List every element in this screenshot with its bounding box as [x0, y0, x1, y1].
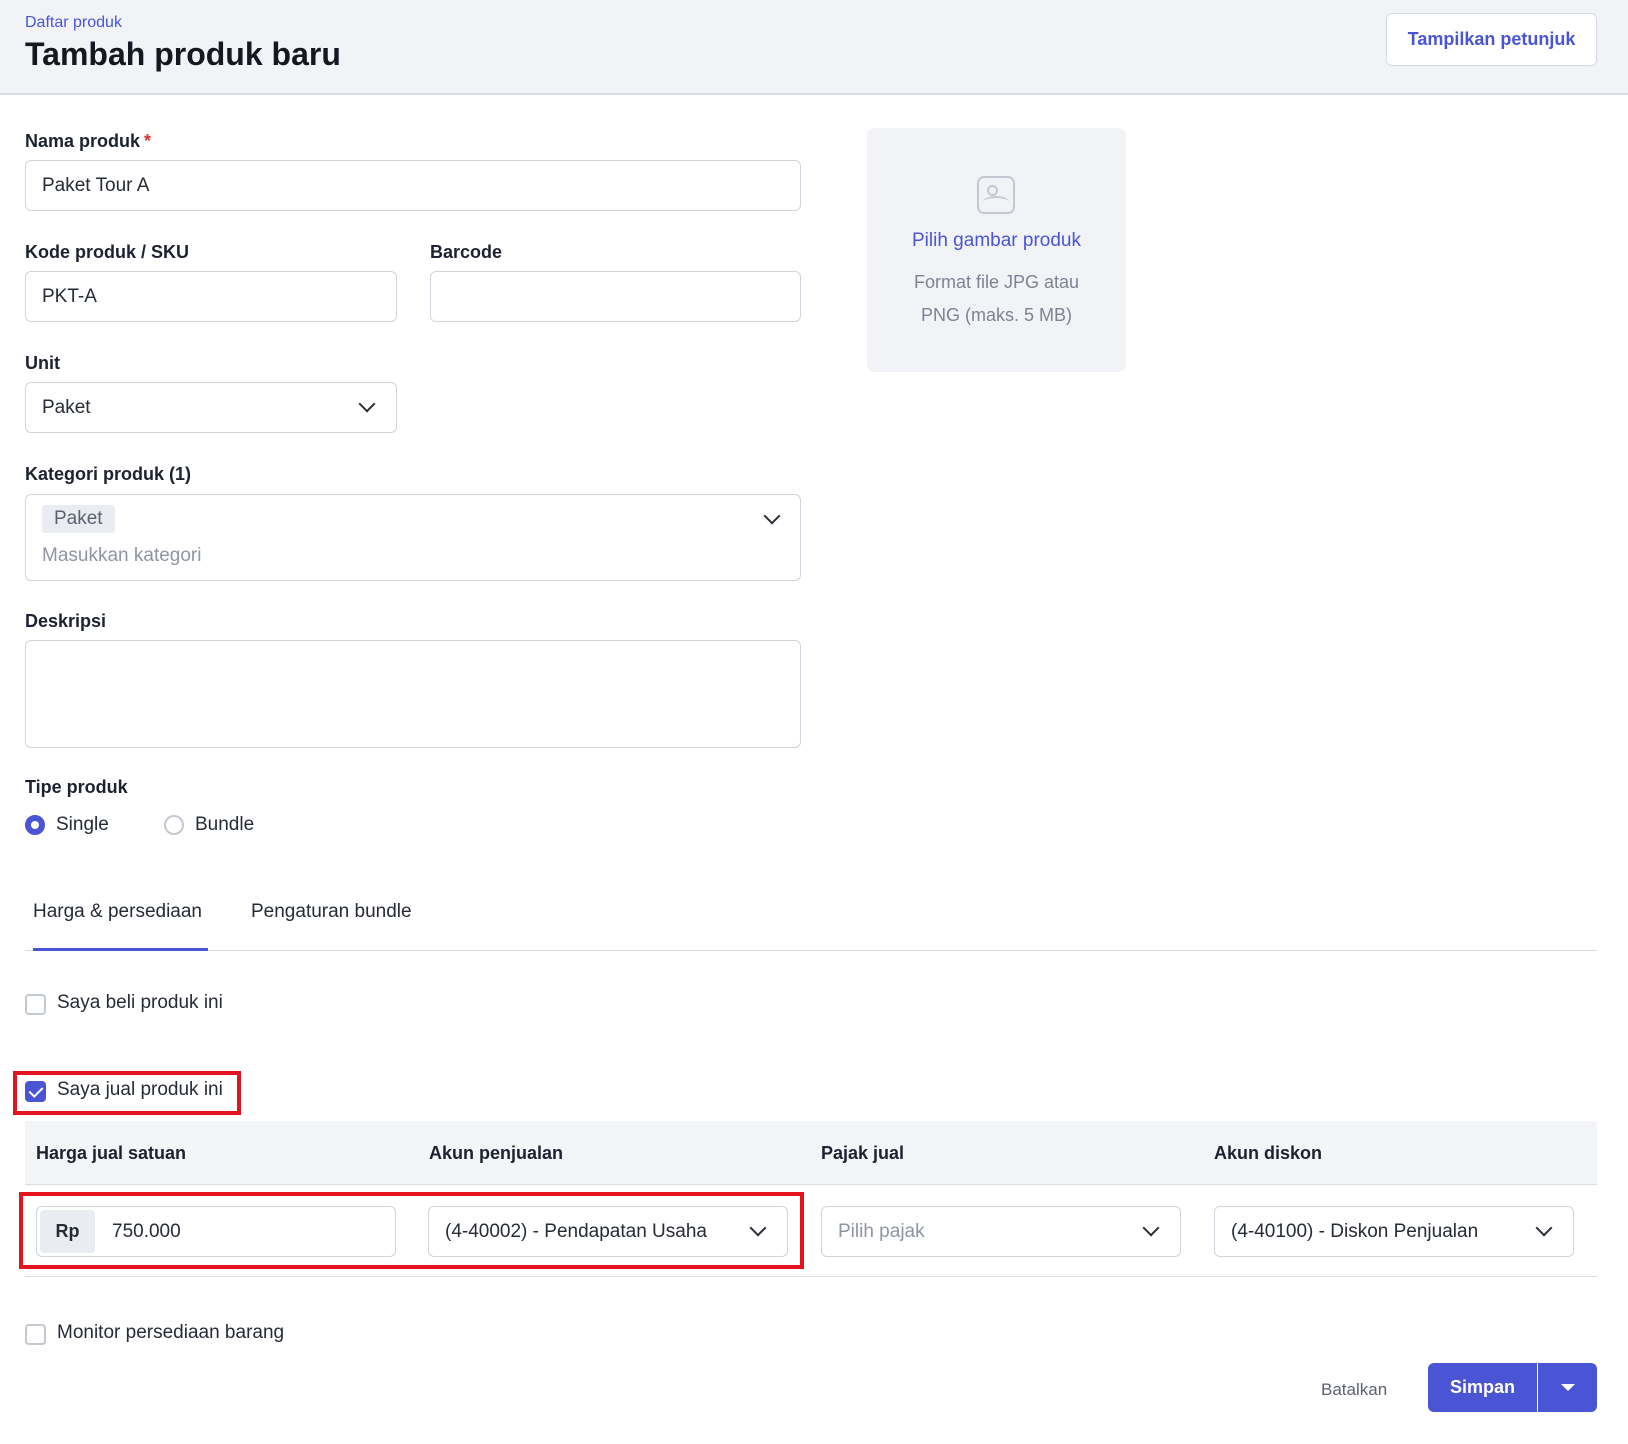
chevron-down-icon	[763, 507, 781, 525]
product-name-input[interactable]: Paket Tour A	[25, 160, 801, 211]
unit-price-input[interactable]: Rp 750.000	[36, 1206, 396, 1257]
sales-tax-select[interactable]: Pilih pajak	[821, 1206, 1181, 1257]
image-placeholder-icon	[977, 176, 1015, 214]
sell-table-header: Harga jual satuan Akun penjualan Pajak j…	[25, 1121, 1597, 1185]
barcode-input[interactable]	[430, 271, 801, 322]
breadcrumb[interactable]: Daftar produk	[25, 14, 122, 32]
product-name-label-text: Nama produk	[25, 131, 141, 151]
save-options-dropdown[interactable]	[1538, 1363, 1597, 1412]
sell-product-checkbox[interactable]	[25, 1081, 46, 1102]
category-label: Kategori produk (1)	[25, 464, 192, 484]
discount-account-select[interactable]: (4-40100) - Diskon Penjualan	[1214, 1206, 1574, 1257]
header-sales-account: Akun penjualan	[429, 1143, 564, 1163]
monitor-inventory-checkbox[interactable]	[25, 1324, 46, 1345]
category-tag[interactable]: Paket	[42, 505, 115, 533]
unit-label: Unit	[25, 353, 60, 373]
page-header: Daftar produk Tambah produk baru Tampilk…	[0, 0, 1628, 95]
active-tab-indicator	[33, 948, 208, 951]
category-select[interactable]: Paket Masukkan kategori	[25, 494, 801, 581]
sell-product-label[interactable]: Saya jual produk ini	[57, 1079, 223, 1101]
buy-product-checkbox[interactable]	[25, 994, 46, 1015]
radio-single[interactable]	[25, 815, 45, 835]
monitor-inventory-label[interactable]: Monitor persediaan barang	[57, 1322, 284, 1344]
chevron-down-icon	[749, 1219, 767, 1237]
sku-input[interactable]: PKT-A	[25, 271, 397, 322]
tab-harga-persediaan[interactable]: Harga & persediaan	[33, 901, 202, 923]
page-title: Tambah produk baru	[25, 36, 341, 72]
discount-account-value: (4-40100) - Diskon Penjualan	[1231, 1220, 1479, 1242]
description-textarea[interactable]	[25, 640, 801, 748]
unit-price-value: 750.000	[112, 1220, 181, 1242]
currency-prefix: Rp	[40, 1210, 95, 1253]
show-guide-button[interactable]: Tampilkan petunjuk	[1386, 13, 1597, 66]
radio-single-label[interactable]: Single	[56, 814, 109, 836]
description-label: Deskripsi	[25, 611, 107, 631]
chevron-down-icon	[1535, 1219, 1553, 1237]
product-name-label: Nama produk *	[25, 131, 151, 152]
sell-table-row-divider	[25, 1276, 1597, 1277]
tab-pengaturan-bundle[interactable]: Pengaturan bundle	[251, 901, 412, 923]
cancel-button[interactable]: Batalkan	[1321, 1380, 1387, 1400]
radio-bundle-label[interactable]: Bundle	[195, 814, 254, 836]
chevron-down-icon	[358, 395, 376, 413]
radio-bundle[interactable]	[164, 815, 184, 835]
tabs-divider	[25, 950, 1597, 951]
header-discount-account: Akun diskon	[1214, 1143, 1323, 1163]
sales-account-select[interactable]: (4-40002) - Pendapatan Usaha	[428, 1206, 788, 1257]
choose-image-link[interactable]: Pilih gambar produk	[867, 230, 1126, 252]
category-placeholder: Masukkan kategori	[42, 545, 202, 566]
product-type-label: Tipe produk	[25, 777, 128, 797]
header-sales-tax: Pajak jual	[821, 1143, 905, 1163]
chevron-down-icon	[1142, 1219, 1160, 1237]
save-button[interactable]: Simpan	[1428, 1363, 1537, 1412]
image-format-hint: Format file JPG atau PNG (maks. 5 MB)	[913, 272, 1080, 325]
header-unit-price: Harga jual satuan	[36, 1143, 187, 1163]
required-marker: *	[144, 131, 152, 151]
unit-select[interactable]: Paket	[25, 382, 397, 433]
buy-product-label[interactable]: Saya beli produk ini	[57, 992, 223, 1014]
sales-tax-placeholder: Pilih pajak	[838, 1220, 925, 1242]
barcode-label: Barcode	[430, 242, 503, 262]
unit-value: Paket	[42, 396, 91, 418]
image-upload-area[interactable]: Pilih gambar produk Format file JPG atau…	[867, 128, 1126, 372]
sales-account-value: (4-40002) - Pendapatan Usaha	[445, 1220, 707, 1242]
sku-label: Kode produk / SKU	[25, 242, 190, 262]
